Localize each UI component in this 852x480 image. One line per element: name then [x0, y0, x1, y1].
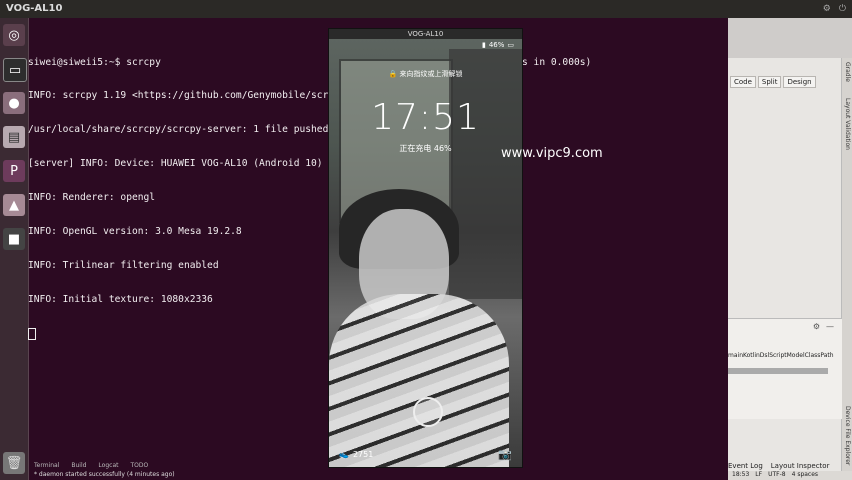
tab-code[interactable]: Code — [730, 76, 756, 88]
unity-launcher: ◎ ▭ ● ▤ P ▲ ■ 🗑 — [0, 18, 29, 480]
tab-build[interactable]: Build — [71, 462, 86, 471]
fingerprint-icon[interactable] — [413, 397, 443, 427]
camera-icon[interactable]: 📷 — [498, 448, 512, 461]
watermark-text: www.vipc9.com — [501, 146, 603, 161]
charging-status: 正在充电 46% — [399, 144, 452, 153]
terminal-icon[interactable]: ▭ — [3, 58, 27, 82]
settings-icon[interactable]: ⚙ — [823, 0, 831, 18]
status-line-separator[interactable]: LF — [755, 471, 762, 480]
android-studio-icon[interactable]: ▲ — [3, 194, 25, 216]
android-studio-window: Code Split Design Gradle Layout Validati… — [728, 18, 852, 480]
gradle-tool-tab[interactable]: Gradle — [844, 62, 851, 82]
system-tray[interactable]: ⚙ ⏻ — [823, 0, 846, 18]
side-tool-strip: Gradle Layout Validation Device File Exp… — [841, 58, 852, 478]
steps-icon: 👟 — [339, 450, 349, 459]
scrcpy-window[interactable]: VOG-AL10 ▮ 46% ▭ 🔒 来向指纹或上滑解锁 17:51 正在充电 … — [328, 28, 523, 468]
view-mode-tabs: Code Split Design — [730, 76, 816, 88]
step-counter[interactable]: 👟 2751 — [339, 450, 373, 459]
horizontal-scrollbar[interactable] — [728, 368, 828, 374]
tab-terminal[interactable]: Terminal — [34, 462, 59, 471]
terminal-fragment: s in 0.000s) — [522, 57, 592, 68]
lock-icon: 🔒 — [388, 70, 398, 78]
tab-split[interactable]: Split — [757, 76, 782, 88]
terminal-cursor — [28, 327, 36, 340]
bottom-tool-tabs: Terminal Build Logcat TODO — [28, 462, 734, 471]
tab-todo[interactable]: TODO — [130, 462, 148, 471]
class-path-text: mainKotlinDslScriptModelClassPath — [728, 352, 834, 359]
wallpaper-body — [329, 294, 509, 467]
phone-screen[interactable]: ▮ 46% ▭ 🔒 来向指纹或上滑解锁 17:51 正在充电 46% 👟 275… — [329, 39, 522, 467]
files-icon[interactable]: ▤ — [3, 126, 25, 148]
dash-home-icon[interactable]: ◎ — [3, 24, 25, 46]
tab-design[interactable]: Design — [783, 76, 816, 88]
status-indent[interactable]: 4 spaces — [792, 471, 818, 480]
layout-validation-tab[interactable]: Layout Validation — [844, 98, 851, 150]
app-icon[interactable]: ■ — [3, 228, 25, 250]
status-message: * daemon started successfully (4 minutes… — [34, 471, 175, 478]
tab-logcat[interactable]: Logcat — [98, 462, 118, 471]
top-panel: VOG-AL10 ⚙ ⏻ — [0, 0, 852, 18]
browser-icon[interactable]: ● — [3, 92, 25, 114]
battery-percent: 46% — [488, 41, 505, 49]
background-curtain — [449, 49, 522, 299]
status-encoding[interactable]: UTF-8 — [768, 471, 786, 480]
power-icon[interactable]: ⏻ — [839, 0, 846, 18]
status-time: 18:53 — [732, 471, 750, 478]
device-file-explorer-tab[interactable]: Device File Explorer — [844, 406, 851, 465]
pycharm-icon[interactable]: P — [3, 160, 25, 182]
steps-value: 2751 — [352, 450, 374, 459]
panel-window-buttons[interactable]: ⚙— — [813, 322, 840, 331]
battery-icon: ▭ — [507, 41, 514, 49]
scrcpy-titlebar[interactable]: VOG-AL10 — [329, 29, 522, 39]
unlock-hint: 🔒 来向指纹或上滑解锁 — [388, 70, 463, 78]
trash-icon[interactable]: 🗑 — [3, 452, 25, 474]
window-title: VOG-AL10 — [6, 3, 63, 14]
ide-status-bar: 18:53 LF UTF-8 4 spaces — [728, 471, 852, 480]
lockscreen-clock: 17:51 — [371, 97, 480, 138]
signal-icon: ▮ — [481, 41, 486, 49]
phone-status-bar: ▮ 46% ▭ — [329, 39, 522, 51]
